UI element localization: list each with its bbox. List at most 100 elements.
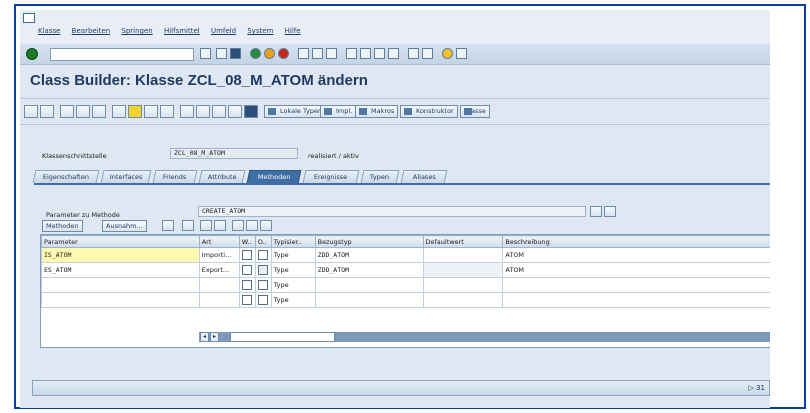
checkbox[interactable] bbox=[241, 250, 252, 260]
cut-icon[interactable] bbox=[232, 220, 244, 231]
cell-bezugstyp[interactable] bbox=[314, 277, 424, 293]
object-list-icon[interactable] bbox=[160, 105, 174, 118]
ok-icon[interactable] bbox=[26, 48, 38, 60]
konstruktor-button[interactable]: Konstruktor bbox=[400, 105, 458, 118]
cell-wertuebergabe[interactable] bbox=[238, 262, 256, 278]
check-icon[interactable] bbox=[92, 105, 106, 118]
pretty-printer-icon[interactable] bbox=[212, 105, 226, 118]
detail-icon[interactable] bbox=[200, 220, 212, 231]
cell-typisierung[interactable]: Type bbox=[270, 262, 316, 278]
cell-parameter[interactable]: ES_ATOM bbox=[41, 262, 200, 278]
new-session-icon[interactable] bbox=[408, 48, 419, 59]
scrollbar-thumb[interactable] bbox=[230, 332, 335, 342]
last-page-icon[interactable] bbox=[388, 48, 399, 59]
cell-parameter[interactable] bbox=[41, 277, 200, 293]
checkbox[interactable] bbox=[257, 250, 268, 260]
system-menu-icon[interactable] bbox=[23, 13, 35, 23]
previous-page-icon[interactable] bbox=[360, 48, 371, 59]
hierarchy-icon[interactable] bbox=[180, 105, 194, 118]
cell-defaultwert[interactable] bbox=[422, 277, 504, 293]
cell-art[interactable] bbox=[198, 277, 240, 293]
checkbox[interactable] bbox=[241, 295, 252, 305]
header-bezugstyp[interactable]: Bezugstyp bbox=[314, 235, 424, 248]
cell-art[interactable]: Importi... bbox=[198, 247, 240, 263]
menu-umfeld[interactable]: Umfeld bbox=[211, 27, 236, 35]
impl-button[interactable]: Impl. bbox=[320, 105, 357, 118]
cell-wertuebergabe[interactable] bbox=[238, 247, 256, 263]
display-change-icon[interactable] bbox=[60, 105, 74, 118]
tab-aliases[interactable]: Aliases bbox=[400, 170, 448, 183]
dropdown-icon[interactable] bbox=[200, 48, 211, 59]
save-icon[interactable] bbox=[230, 48, 241, 59]
help-icon[interactable] bbox=[442, 48, 453, 59]
copy-icon[interactable] bbox=[246, 220, 258, 231]
checkbox[interactable] bbox=[257, 295, 268, 305]
find-icon[interactable] bbox=[312, 48, 323, 59]
tab-ereignisse[interactable]: Ereignisse bbox=[302, 170, 360, 183]
header-parameter[interactable]: Parameter bbox=[41, 235, 200, 248]
cell-optional[interactable] bbox=[254, 247, 272, 263]
select-icon[interactable] bbox=[214, 220, 226, 231]
print-icon[interactable] bbox=[298, 48, 309, 59]
cell-defaultwert[interactable] bbox=[422, 247, 504, 263]
cell-beschreibung[interactable]: ATOM bbox=[502, 247, 770, 263]
navigate-icon[interactable] bbox=[228, 105, 242, 118]
scroll-up-icon[interactable] bbox=[590, 206, 602, 217]
cell-typisierung[interactable]: Type bbox=[270, 292, 316, 308]
first-page-icon[interactable] bbox=[346, 48, 357, 59]
cancel-icon[interactable] bbox=[278, 48, 289, 59]
lokale-typen-button[interactable]: Lokale Typen bbox=[264, 105, 327, 118]
pattern-icon[interactable] bbox=[196, 105, 210, 118]
header-defaultwert[interactable]: Defaultwert bbox=[422, 235, 504, 248]
cell-typisierung[interactable]: Type bbox=[270, 247, 316, 263]
tab-typen[interactable]: Typen bbox=[360, 170, 400, 183]
scroll-left-icon[interactable]: ◂ bbox=[200, 332, 209, 342]
header-beschreibung[interactable]: Beschreibung bbox=[502, 235, 770, 248]
menu-hilfe[interactable]: Hilfe bbox=[285, 27, 301, 35]
header-wertuebergabe[interactable]: W.. bbox=[238, 235, 256, 248]
header-typisierung[interactable]: Typisier.. bbox=[270, 235, 316, 248]
cell-wertuebergabe[interactable] bbox=[238, 292, 256, 308]
klasse-button[interactable]: Klasse bbox=[460, 105, 490, 118]
back-arrow-icon[interactable] bbox=[24, 105, 38, 118]
activate-icon[interactable] bbox=[112, 105, 126, 118]
layout-menu-icon[interactable] bbox=[456, 48, 467, 59]
tab-attribute[interactable]: Attribute bbox=[198, 170, 246, 183]
shortcut-icon[interactable] bbox=[422, 48, 433, 59]
cell-defaultwert[interactable] bbox=[422, 292, 504, 308]
checkbox[interactable] bbox=[241, 265, 252, 275]
cell-optional[interactable] bbox=[254, 262, 272, 278]
cell-beschreibung[interactable] bbox=[502, 277, 770, 293]
checkbox[interactable] bbox=[257, 280, 268, 290]
delete-row-icon[interactable] bbox=[182, 220, 194, 231]
paste-icon[interactable] bbox=[260, 220, 272, 231]
other-object-icon[interactable] bbox=[76, 105, 90, 118]
tab-friends[interactable]: Friends bbox=[152, 170, 198, 183]
command-field[interactable] bbox=[50, 48, 194, 61]
cell-parameter[interactable] bbox=[41, 292, 200, 308]
cell-typisierung[interactable]: Type bbox=[270, 277, 316, 293]
where-used-icon[interactable] bbox=[144, 105, 158, 118]
cell-beschreibung[interactable]: ATOM bbox=[502, 262, 770, 278]
find-next-icon[interactable] bbox=[326, 48, 337, 59]
menu-system[interactable]: System bbox=[247, 27, 273, 35]
forward-arrow-icon[interactable] bbox=[40, 105, 54, 118]
cell-optional[interactable] bbox=[254, 292, 272, 308]
scroll-right-icon[interactable]: ▸ bbox=[210, 332, 219, 342]
back-icon[interactable] bbox=[250, 48, 261, 59]
cell-art[interactable]: Export... bbox=[198, 262, 240, 278]
tab-methoden[interactable]: Methoden bbox=[246, 170, 302, 183]
scroll-down-icon[interactable] bbox=[604, 206, 616, 217]
tab-eigenschaften[interactable]: Eigenschaften bbox=[32, 170, 100, 183]
menu-hilfsmittel[interactable]: Hilfsmittel bbox=[164, 27, 200, 35]
cell-parameter[interactable]: IS_ATOM bbox=[41, 247, 200, 263]
test-icon[interactable] bbox=[128, 105, 142, 118]
status-session-info[interactable]: ▷ 31 bbox=[748, 384, 765, 392]
ausnahmen-button[interactable]: Ausnahm... bbox=[102, 220, 147, 232]
header-optional[interactable]: O.. bbox=[254, 235, 272, 248]
cell-beschreibung[interactable] bbox=[502, 292, 770, 308]
header-art[interactable]: Art bbox=[198, 235, 240, 248]
next-page-icon[interactable] bbox=[374, 48, 385, 59]
menu-klasse[interactable]: Klasse bbox=[38, 27, 60, 35]
tab-interfaces[interactable]: Interfaces bbox=[100, 170, 152, 183]
